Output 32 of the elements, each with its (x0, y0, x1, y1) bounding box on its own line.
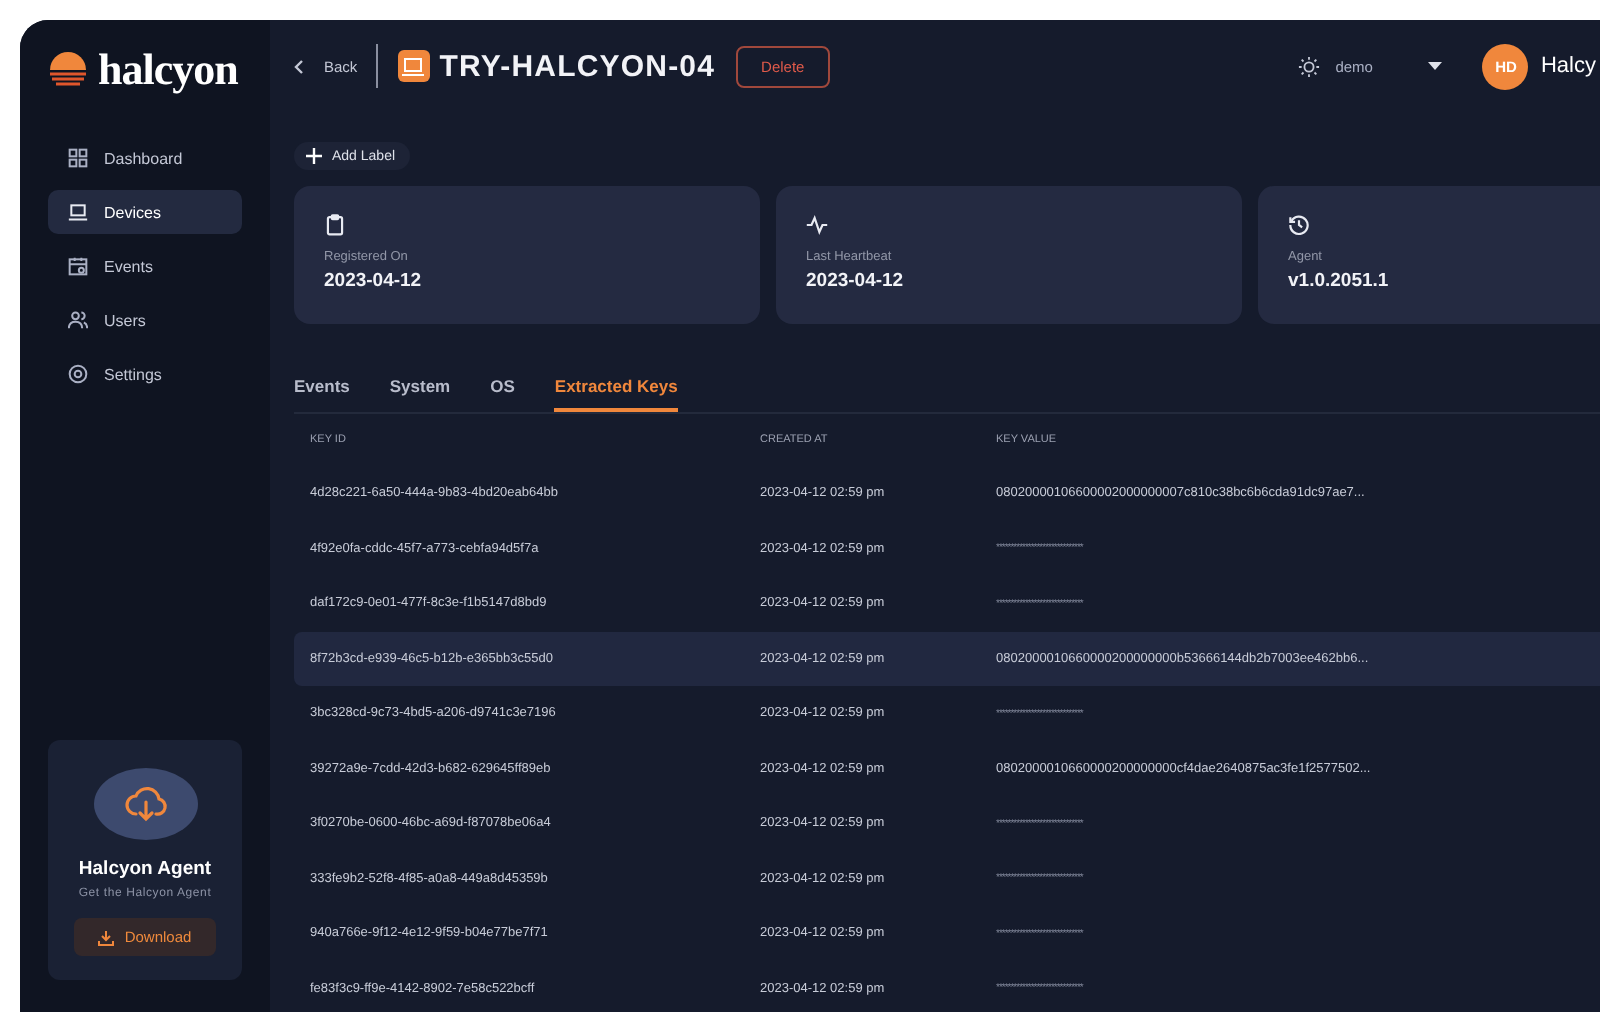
tab[interactable]: OS (490, 372, 515, 412)
dashboard-icon (68, 148, 88, 168)
nav-item[interactable]: Dashboard (48, 136, 242, 180)
users-icon (68, 310, 88, 330)
cloud-download-icon (123, 782, 167, 826)
clipboard-icon (324, 214, 346, 236)
logo-text: halcyon (98, 44, 238, 96)
chevron-left-icon (294, 59, 304, 73)
history-icon (1288, 214, 1310, 236)
nav-item[interactable]: Settings (48, 352, 242, 396)
tab[interactable]: Events (294, 372, 350, 412)
card-value: 2023-04-12 (324, 270, 424, 292)
logo-icon (48, 50, 88, 90)
nav-item[interactable]: Devices (48, 190, 242, 234)
device-title: TRY-HALCYON-04 (439, 49, 716, 83)
user-name: Halcy (1540, 54, 1596, 78)
tab[interactable]: System (389, 372, 451, 412)
download-icon (98, 929, 115, 945)
card-value: 2023-04-12 (806, 270, 906, 292)
device-icon (397, 50, 430, 82)
card-value: v1.0.2051.1 (1288, 270, 1391, 292)
calendar-icon (68, 256, 88, 276)
nav-item[interactable]: Users (48, 298, 242, 342)
sun-icon[interactable] (1297, 55, 1320, 77)
laptop-icon (68, 202, 88, 222)
agent-title: Halcyon Agent (78, 858, 212, 880)
plus-icon (306, 148, 322, 164)
pulse-icon (806, 214, 828, 236)
nav-item[interactable]: Events (48, 244, 242, 288)
settings-icon (68, 364, 88, 384)
caret-icon (1428, 62, 1443, 70)
tab[interactable]: Extracted Keys (554, 372, 678, 412)
